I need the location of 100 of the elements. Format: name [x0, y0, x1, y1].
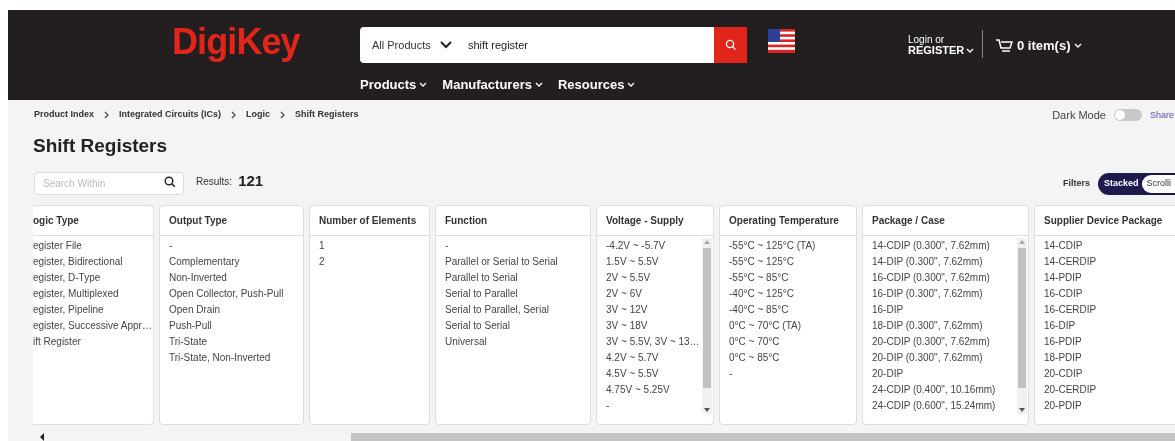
vertical-scrollbar[interactable]	[702, 238, 712, 414]
breadcrumb-link[interactable]: Product Index	[34, 108, 94, 122]
filter-option[interactable]: 16-CDIP (0.300", 7.62mm)	[872, 270, 990, 286]
column-header: Package / Case	[872, 214, 945, 228]
flag-icon[interactable]	[768, 29, 795, 53]
filter-option[interactable]: -	[606, 398, 610, 414]
breadcrumb-link[interactable]: Shift Registers	[295, 108, 359, 122]
filter-option[interactable]: 2V ~ 5.5V	[606, 270, 651, 286]
filter-option[interactable]: 4.2V ~ 5.7V	[606, 350, 659, 366]
filter-option[interactable]: -55°C ~ 85°C	[729, 270, 789, 286]
filter-option[interactable]: 20-DIP	[872, 366, 904, 382]
column-header: Operating Temperature	[729, 214, 839, 228]
filter-option[interactable]: Universal	[445, 334, 487, 350]
results-label: Results:	[196, 175, 233, 189]
filter-option[interactable]: 16-CDIP	[1044, 286, 1083, 302]
filter-option[interactable]: 3V ~ 5.5V, 3V ~ 13…	[606, 334, 700, 350]
filter-option[interactable]: 3V ~ 18V	[606, 318, 648, 334]
nav-menu[interactable]: Products	[360, 75, 428, 95]
filter-option[interactable]: 16-DIP (0.300", 7.62mm)	[872, 286, 983, 302]
filter-option[interactable]: egister, Bidirectional	[33, 254, 123, 270]
filter-option[interactable]: -4.2V ~ -5.7V	[606, 238, 666, 254]
filter-option[interactable]: egister, Multiplexed	[33, 286, 119, 302]
view-toggle-option[interactable]: Scrolli	[1142, 175, 1175, 193]
filter-option[interactable]: Parallel to Serial	[445, 270, 518, 286]
search-button[interactable]	[714, 27, 747, 63]
search-field[interactable]: shift register	[464, 27, 714, 63]
filter-option[interactable]: egister File	[33, 238, 82, 254]
filter-option[interactable]: 20-CERDIP	[1044, 382, 1097, 398]
search-within-field[interactable]: Search Within	[34, 172, 184, 195]
nav-menu[interactable]: Resources	[557, 75, 636, 95]
scroll-down-icon[interactable]	[1019, 408, 1025, 412]
filter-option[interactable]: 16-CERDIP	[1044, 302, 1097, 318]
vertical-scrollbar[interactable]	[1017, 238, 1027, 414]
chevron-right-icon	[280, 110, 286, 119]
filter-option[interactable]: 20-CDIP (0.300", 7.62mm)	[872, 334, 990, 350]
chevron-right-icon	[104, 110, 109, 119]
filter-option[interactable]: 0°C ~ 70°C (TA)	[729, 318, 801, 334]
filter-option[interactable]: 4.75V ~ 5.25V	[606, 382, 670, 398]
dark-mode-toggle[interactable]	[1113, 109, 1142, 122]
register-link[interactable]: REGISTER	[908, 45, 975, 56]
filter-option[interactable]: 3V ~ 12V	[606, 302, 648, 318]
filter-option[interactable]: -40°C ~ 125°C	[729, 286, 794, 302]
view-toggle-option[interactable]: Stacked	[1099, 175, 1143, 193]
breadcrumb-link[interactable]: Integrated Circuits (ICs)	[119, 108, 222, 122]
filter-option[interactable]: 24-CDIP (0.600", 15.24mm)	[872, 398, 996, 414]
filter-option[interactable]: 16-DIP	[1044, 318, 1076, 334]
filter-option[interactable]: Tri-State, Non-Inverted	[169, 350, 271, 366]
filter-option[interactable]: Open Drain	[169, 302, 221, 318]
search-icon[interactable]	[164, 176, 176, 188]
chevron-down-icon	[419, 81, 428, 88]
filter-option[interactable]: 2	[319, 254, 325, 270]
filter-option[interactable]: -55°C ~ 125°C	[729, 254, 794, 270]
share-link[interactable]: Share	[1149, 108, 1175, 122]
filter-option[interactable]: -	[445, 238, 449, 254]
filter-option[interactable]: 4.5V ~ 5.5V	[606, 366, 659, 382]
scroll-down-icon[interactable]	[704, 408, 710, 412]
filter-option[interactable]: Parallel or Serial to Serial	[445, 254, 558, 270]
filter-option[interactable]: 20-DIP (0.300", 7.62mm)	[872, 350, 983, 366]
filter-option[interactable]: 20-PDIP	[1044, 398, 1082, 414]
filter-option[interactable]: Serial to Parallel	[445, 286, 518, 302]
nav-menu[interactable]: Manufacturers	[442, 75, 543, 95]
filter-option[interactable]: 0°C ~ 70°C	[729, 334, 780, 350]
filter-option[interactable]: Open Collector, Push-Pull	[169, 286, 284, 302]
category-dropdown[interactable]: All Products	[360, 27, 464, 63]
filter-option[interactable]: 16-PDIP	[1044, 334, 1082, 350]
filter-option[interactable]: -40°C ~ 85°C	[729, 302, 789, 318]
column-header: Supplier Device Package	[1044, 214, 1163, 228]
filter-option[interactable]: 1.5V ~ 5.5V	[606, 254, 659, 270]
filter-option[interactable]: 14-DIP (0.300", 7.62mm)	[872, 254, 983, 270]
filter-option[interactable]: 14-CDIP (0.300", 7.62mm)	[872, 238, 990, 254]
breadcrumb-link[interactable]: Logic	[246, 108, 271, 122]
filter-option[interactable]: ift Register	[33, 334, 81, 350]
filter-option[interactable]: 0°C ~ 85°C	[729, 350, 780, 366]
filter-option[interactable]: 2V ~ 6V	[606, 286, 642, 302]
filter-option[interactable]: egister, Successive Appr…	[33, 318, 152, 334]
filter-option[interactable]: Tri-State	[169, 334, 207, 350]
filter-option[interactable]: egister, D-Type	[33, 270, 101, 286]
filter-option[interactable]: -55°C ~ 125°C (TA)	[729, 238, 816, 254]
chevron-down-icon	[966, 47, 975, 54]
filter-option[interactable]: 18-DIP (0.300", 7.62mm)	[872, 318, 983, 334]
cart-link[interactable]: 0 item(s)	[995, 36, 1083, 56]
filter-option[interactable]: Complementary	[169, 254, 240, 270]
filter-option[interactable]: 14-CERDIP	[1044, 254, 1097, 270]
filter-option[interactable]: 14-CDIP	[1044, 238, 1083, 254]
filter-option[interactable]: 18-PDIP	[1044, 350, 1082, 366]
filter-option[interactable]: -	[169, 238, 173, 254]
filter-option[interactable]: Push-Pull	[169, 318, 212, 334]
scroll-left-icon[interactable]	[39, 433, 45, 441]
filter-option[interactable]: egister, Pipeline	[33, 302, 104, 318]
filter-option[interactable]: Non-Inverted	[169, 270, 227, 286]
filter-option[interactable]: 14-PDIP	[1044, 270, 1082, 286]
filter-option[interactable]: 20-CDIP	[1044, 366, 1083, 382]
filter-option[interactable]: -	[729, 366, 733, 382]
filter-option[interactable]: 16-DIP	[872, 302, 904, 318]
filter-option[interactable]: Serial to Serial	[445, 318, 511, 334]
scroll-up-icon[interactable]	[704, 240, 710, 244]
filter-option[interactable]: 24-CDIP (0.400", 10.16mm)	[872, 382, 996, 398]
scroll-up-icon[interactable]	[1019, 240, 1025, 244]
filter-option[interactable]: Serial to Parallel, Serial	[445, 302, 549, 318]
filter-option[interactable]: 1	[319, 238, 325, 254]
